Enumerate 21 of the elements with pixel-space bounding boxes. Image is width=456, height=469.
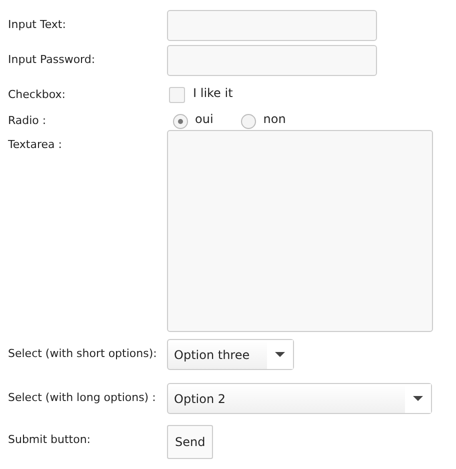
- field-label: Input Text:: [8, 17, 67, 33]
- checkbox[interactable]: [169, 87, 185, 103]
- caret-icon: [275, 352, 285, 357]
- select-dropdown[interactable]: Option 2: [167, 383, 432, 414]
- radio-button[interactable]: [241, 114, 256, 129]
- send-button[interactable]: Send: [167, 425, 214, 459]
- input-field[interactable]: [167, 10, 377, 41]
- field-label: Select (with short options):: [8, 346, 158, 362]
- radio-button[interactable]: [173, 114, 188, 129]
- radio-label: non: [263, 111, 286, 128]
- field-label: Textarea :: [8, 137, 63, 153]
- checkbox-label: I like it: [193, 85, 233, 102]
- field-label: Checkbox:: [8, 87, 66, 103]
- select-dropdown[interactable]: Option three: [167, 339, 294, 370]
- field-label: Submit button:: [8, 432, 92, 448]
- caret-icon: [413, 396, 423, 401]
- field-label: Input Password:: [8, 52, 96, 68]
- field-label: Select (with long options) :: [8, 390, 157, 406]
- input-field[interactable]: [167, 45, 377, 76]
- field-label: Radio :: [8, 113, 48, 129]
- radio-label: oui: [195, 111, 214, 128]
